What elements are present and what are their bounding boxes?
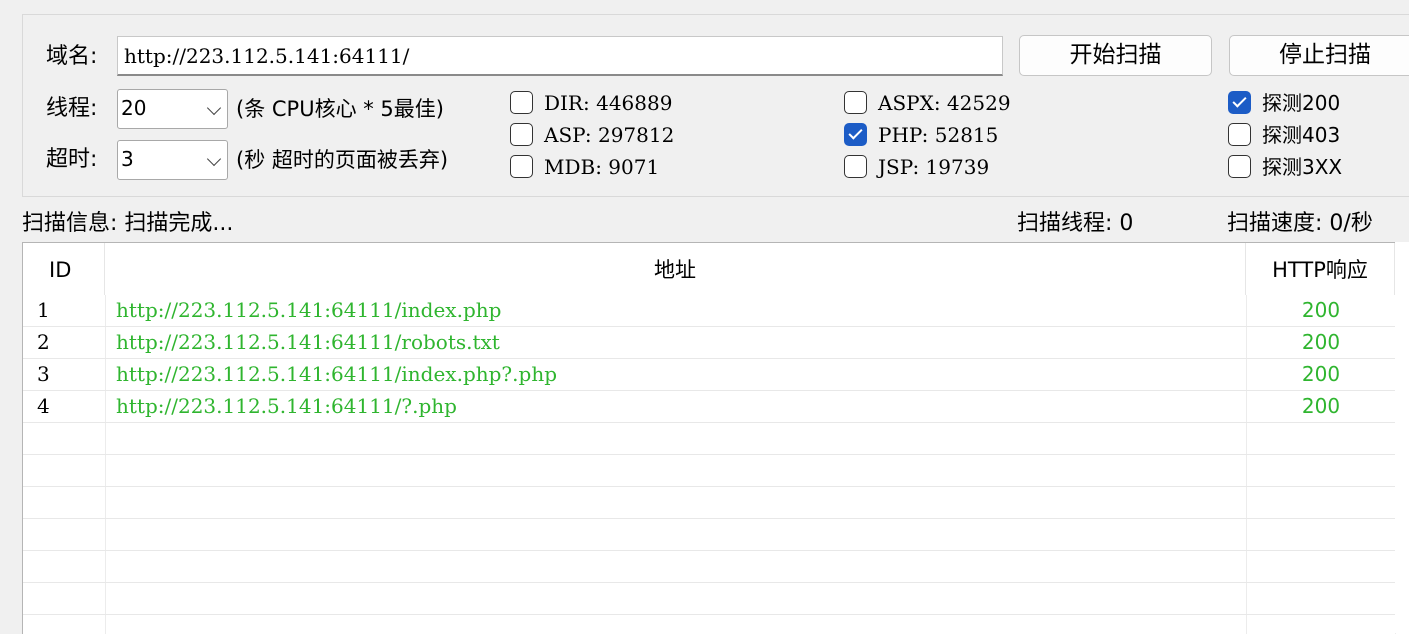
- checkbox-icon[interactable]: [844, 123, 867, 146]
- threads-select[interactable]: 20: [117, 89, 228, 129]
- checkbox-icon[interactable]: [844, 155, 867, 178]
- dict-label-aspx: ASPX: 42529: [878, 91, 1011, 115]
- detect-label-200: 探测200: [1262, 91, 1341, 115]
- result-id: 3: [37, 362, 50, 386]
- domain-label: 域名:: [46, 44, 98, 69]
- result-http-code: 200: [1301, 298, 1341, 322]
- scan-threads-status: 扫描线程: 0: [1017, 211, 1134, 236]
- timeout-value: 3: [121, 147, 134, 171]
- threads-label: 线程:: [46, 96, 98, 121]
- result-http-code: 200: [1301, 394, 1341, 418]
- empty-table-row: [23, 551, 1409, 583]
- empty-table-row: [23, 423, 1409, 455]
- start-scan-button[interactable]: 开始扫描: [1019, 35, 1212, 76]
- table-row[interactable]: 3 http://223.112.5.141:64111/index.php?.p…: [23, 359, 1409, 391]
- checkbox-icon[interactable]: [510, 91, 533, 114]
- domain-input[interactable]: [117, 36, 1003, 76]
- timeout-hint: (秒 超时的页面被丢弃): [236, 148, 449, 172]
- detect-label-3xx: 探测3XX: [1262, 155, 1343, 179]
- threads-hint: (条 CPU核心 * 5最佳): [236, 97, 444, 121]
- table-row[interactable]: 1 http://223.112.5.141:64111/index.php 200: [23, 295, 1409, 327]
- empty-table-row: [23, 455, 1409, 487]
- checkbox-icon[interactable]: [510, 123, 533, 146]
- scan-speed-status: 扫描速度: 0/秒: [1227, 211, 1373, 236]
- dict-label-mdb: MDB: 9071: [544, 155, 660, 179]
- results-table-body: 1 http://223.112.5.141:64111/index.php 200…: [23, 295, 1409, 634]
- scan-info-status: 扫描信息: 扫描完成...: [22, 211, 234, 236]
- result-url: http://223.112.5.141:64111/?.php: [116, 394, 457, 418]
- dict-label-dir: DIR: 446889: [544, 91, 673, 115]
- empty-table-row: [23, 487, 1409, 519]
- empty-table-row: [23, 583, 1409, 615]
- result-id: 2: [37, 330, 50, 354]
- stop-scan-button[interactable]: 停止扫描: [1229, 35, 1409, 76]
- checkbox-icon[interactable]: [1228, 123, 1251, 146]
- window-top-strip: [0, 0, 1409, 14]
- empty-table-row: [23, 519, 1409, 551]
- checkbox-icon[interactable]: [844, 91, 867, 114]
- column-header-http-response[interactable]: HTTP响应: [1246, 243, 1395, 295]
- result-url: http://223.112.5.141:64111/robots.txt: [116, 330, 500, 354]
- table-right-edge: [1395, 242, 1409, 633]
- column-header-url[interactable]: 地址: [105, 243, 1246, 295]
- threads-value: 20: [121, 96, 147, 120]
- chevron-down-icon: [206, 151, 222, 167]
- detect-label-403: 探测403: [1262, 123, 1341, 147]
- results-table-header: ID 地址 HTTP响应: [23, 243, 1409, 295]
- column-header-id[interactable]: ID: [23, 243, 105, 295]
- result-url: http://223.112.5.141:64111/index.php?.ph…: [116, 362, 557, 386]
- result-url: http://223.112.5.141:64111/index.php: [116, 298, 502, 322]
- result-http-code: 200: [1301, 362, 1341, 386]
- timeout-label: 超时:: [46, 147, 98, 172]
- result-id: 4: [37, 394, 50, 418]
- dict-label-php: PHP: 52815: [878, 123, 999, 147]
- checkbox-icon[interactable]: [1228, 91, 1251, 114]
- dict-label-jsp: JSP: 19739: [878, 155, 990, 179]
- checkbox-icon[interactable]: [510, 155, 533, 178]
- results-table: ID 地址 HTTP响应 1 http://223.112.5.141:64111…: [22, 242, 1409, 634]
- result-http-code: 200: [1301, 330, 1341, 354]
- checkbox-icon[interactable]: [1228, 155, 1251, 178]
- chevron-down-icon: [206, 100, 222, 116]
- table-row[interactable]: 4 http://223.112.5.141:64111/?.php 200: [23, 391, 1409, 423]
- result-id: 1: [37, 298, 50, 322]
- table-row[interactable]: 2 http://223.112.5.141:64111/robots.txt 20…: [23, 327, 1409, 359]
- dict-label-asp: ASP: 297812: [544, 123, 675, 147]
- timeout-select[interactable]: 3: [117, 140, 228, 180]
